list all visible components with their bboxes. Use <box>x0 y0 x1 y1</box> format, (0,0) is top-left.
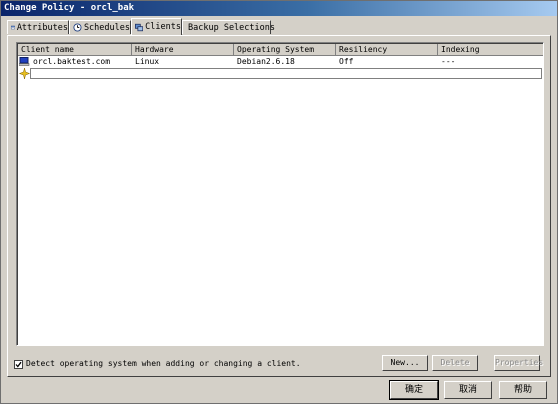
change-policy-dialog: Change Policy - orcl_bak Attributes Sche… <box>0 0 558 404</box>
detect-os-checkbox[interactable] <box>14 360 23 369</box>
tab-backup-selections[interactable]: Backup Selections <box>182 20 275 34</box>
column-hardware[interactable]: Hardware <box>132 44 234 55</box>
attributes-icon <box>11 25 15 30</box>
client-computer-icon <box>19 57 30 66</box>
tab-attributes[interactable]: Attributes <box>7 20 69 34</box>
new-button[interactable]: New... <box>382 355 428 371</box>
ok-button[interactable]: 确定 <box>389 380 439 400</box>
cell-operating-system: Debian2.6.18 <box>237 57 295 66</box>
cancel-button[interactable]: 取消 <box>444 381 492 399</box>
clients-icon <box>135 23 144 31</box>
cell-hardware: Linux <box>135 57 160 66</box>
tab-label: Clients <box>145 22 181 32</box>
list-header: Client name Hardware Operating System Re… <box>18 44 543 56</box>
clients-panel: Client name Hardware Operating System Re… <box>7 35 551 377</box>
title-bar[interactable]: Change Policy - orcl_bak <box>1 1 557 16</box>
properties-button[interactable]: Properties <box>494 355 543 371</box>
tab-schedules[interactable]: Schedules <box>69 20 131 34</box>
help-button[interactable]: 帮助 <box>499 381 547 399</box>
tab-strip: Attributes Schedules Clients Backup Sele… <box>7 18 551 35</box>
tab-clients[interactable]: Clients <box>131 18 182 35</box>
column-operating-system[interactable]: Operating System <box>234 44 336 55</box>
cell-resiliency: Off <box>339 57 354 66</box>
new-client-row[interactable] <box>18 68 543 79</box>
new-item-star-icon <box>19 68 30 79</box>
tab-label: Schedules <box>83 22 130 33</box>
column-resiliency[interactable]: Resiliency <box>336 44 438 55</box>
table-row[interactable]: orcl.baktest.com Linux Debian2.6.18 Off … <box>18 56 543 67</box>
detect-os-label[interactable]: Detect operating system when adding or c… <box>26 358 301 370</box>
cell-indexing: --- <box>441 57 456 66</box>
column-indexing[interactable]: Indexing <box>438 44 543 55</box>
new-client-input[interactable] <box>30 68 542 79</box>
cell-client-name: orcl.baktest.com <box>33 57 111 66</box>
tab-label: Backup Selections <box>188 22 275 33</box>
delete-button[interactable]: Delete <box>432 355 478 371</box>
schedules-icon <box>73 23 82 32</box>
tab-label: Attributes <box>16 22 68 33</box>
clients-list[interactable]: Client name Hardware Operating System Re… <box>16 42 544 346</box>
checkmark-icon <box>15 361 22 368</box>
window-title: Change Policy - orcl_bak <box>4 3 135 13</box>
column-client-name[interactable]: Client name <box>18 44 132 55</box>
